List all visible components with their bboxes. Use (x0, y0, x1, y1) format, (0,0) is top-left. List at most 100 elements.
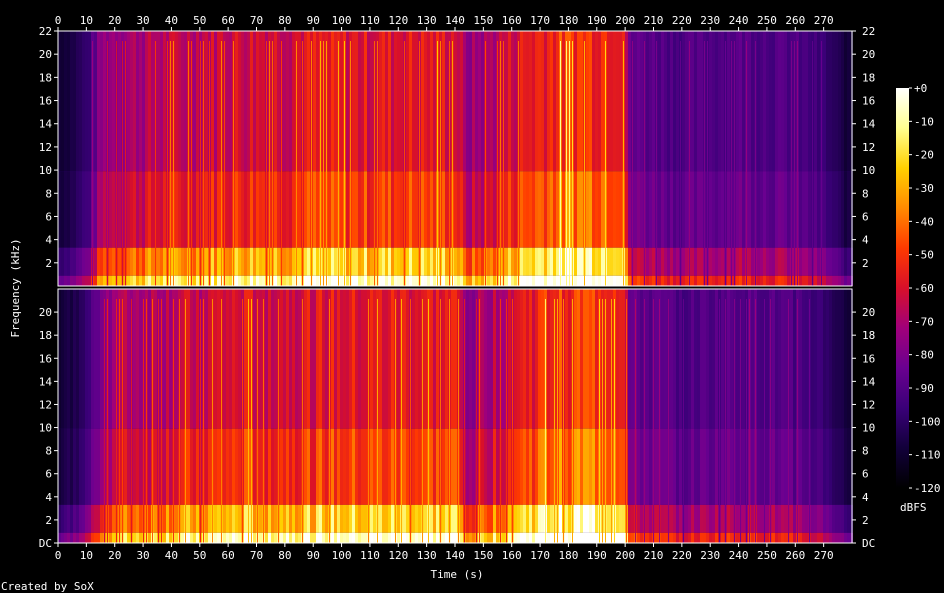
spectrogram-column (325, 31, 328, 286)
spectrogram-column (253, 289, 256, 543)
spectrogram-column (352, 31, 355, 286)
spectrogram-column (835, 31, 838, 286)
transient-streak (311, 41, 312, 286)
spectrogram-column (844, 31, 847, 286)
spectrogram-column (97, 289, 100, 543)
transient-streak (500, 299, 501, 543)
transient-streak (440, 41, 441, 286)
spectrogram-column (415, 31, 418, 286)
spectrogram-column (715, 31, 718, 286)
spectrogram-column (355, 289, 358, 543)
spectrogram-column (553, 289, 556, 543)
spectrogram-column (193, 31, 196, 286)
spectrogram-column (175, 289, 178, 543)
spectrogram-column (562, 31, 565, 286)
x-tick-label: 40 (165, 14, 178, 27)
spectrogram-column (274, 289, 277, 543)
y-tick-label: 12 (39, 141, 52, 154)
transient-streak (791, 41, 792, 286)
spectrogram-column (742, 289, 745, 543)
spectrogram-column (466, 31, 469, 286)
spectrogram-column (439, 31, 442, 286)
spectrogram-column (274, 31, 277, 286)
y-tick-label: 18 (39, 329, 52, 342)
spectrogram-column (574, 289, 577, 543)
transient-streak (167, 41, 168, 286)
spectrogram-column (832, 289, 835, 543)
spectrogram-column (352, 289, 355, 543)
x-tick-label: 50 (193, 549, 206, 562)
spectrogram-column (700, 289, 703, 543)
spectrogram-column (694, 31, 697, 286)
spectrogram-column (538, 289, 541, 543)
transient-streak (626, 299, 627, 543)
transient-streak (155, 41, 156, 286)
spectrogram-column (613, 31, 616, 286)
spectrogram-column (172, 31, 175, 286)
y-tick-label: 20 (862, 48, 875, 61)
spectrogram-column (205, 31, 208, 286)
spectrogram-column (157, 31, 160, 286)
transient-streak (158, 299, 159, 543)
spectrogram-column (604, 31, 607, 286)
x-tick-label: 130 (417, 14, 437, 27)
transient-streak (131, 299, 132, 543)
y-tick-label: 12 (862, 141, 875, 154)
spectrogram-column (247, 31, 250, 286)
transient-streak (746, 299, 747, 543)
spectrogram-column (778, 31, 781, 286)
spectrogram-column (268, 289, 271, 543)
spectrogram-column (289, 289, 292, 543)
transient-streak (203, 299, 204, 543)
spectrogram-column (76, 289, 79, 543)
spectrogram-column (523, 31, 526, 286)
transient-streak (572, 299, 573, 543)
x-tick-label: 140 (445, 14, 465, 27)
spectrogram-column (418, 289, 421, 543)
transient-streak (497, 41, 498, 286)
spectrogram-column (811, 289, 814, 543)
spectrogram-column (529, 31, 532, 286)
transient-streak (272, 41, 273, 286)
y-tick-label: 4 (862, 491, 869, 504)
spectrogram-column (307, 289, 310, 543)
spectrogram-column (658, 289, 661, 543)
x-tick-label: 210 (644, 14, 664, 27)
x-tick-label: 270 (814, 549, 834, 562)
x-tick-label: 40 (165, 549, 178, 562)
colorbar-tick-label: -110 (914, 449, 941, 462)
spectrogram-column (190, 289, 193, 543)
spectrogram-column (556, 289, 559, 543)
y-axis-label: Frequency (kHz) (9, 238, 22, 337)
spectrogram-column (769, 289, 772, 543)
spectrogram-column (703, 31, 706, 286)
x-tick-label: 150 (473, 14, 493, 27)
spectrogram-column (253, 31, 256, 286)
spectrogram-column (502, 31, 505, 286)
spectrogram-column (184, 289, 187, 543)
y-tick-label: 18 (862, 329, 875, 342)
spectrogram-column (145, 289, 148, 543)
spectrogram-column (751, 31, 754, 286)
spectrogram-column (388, 289, 391, 543)
spectrogram-column (424, 31, 427, 286)
spectrogram-column (442, 289, 445, 543)
transient-streak (689, 41, 690, 286)
transient-streak (719, 299, 720, 543)
spectrogram-column (754, 289, 757, 543)
spectrogram-column (124, 31, 127, 286)
y-tick-label: 16 (39, 95, 52, 108)
spectrogram-column (220, 31, 223, 286)
spectrogram-column (229, 31, 232, 286)
spectrogram-column (547, 289, 550, 543)
transient-streak (419, 41, 420, 286)
transient-streak (257, 299, 258, 543)
transient-streak (368, 299, 369, 543)
spectrogram-column (100, 31, 103, 286)
transient-streak (485, 41, 486, 286)
spectrogram-column (688, 289, 691, 543)
spectrogram-column (532, 31, 535, 286)
spectrogram-column (763, 289, 766, 543)
spectrogram-column (367, 289, 370, 543)
spectrogram-column (745, 31, 748, 286)
